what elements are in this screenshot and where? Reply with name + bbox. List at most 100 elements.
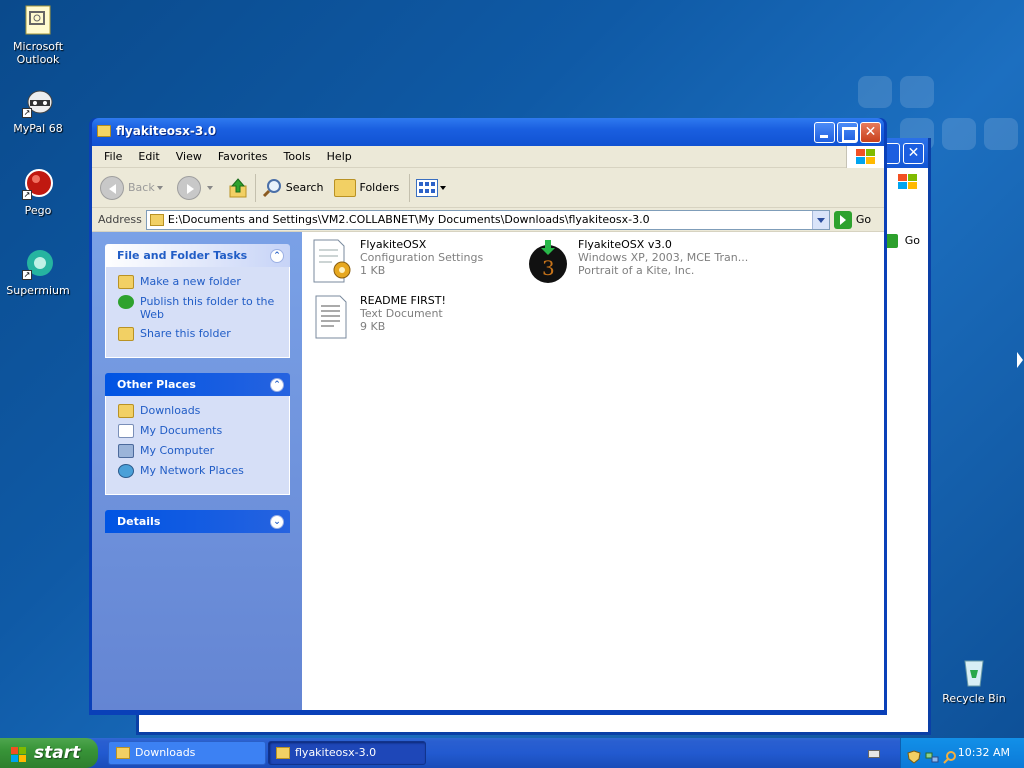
start-button[interactable]: start [0,738,98,768]
clock[interactable]: 10:32 AM [958,738,1010,768]
address-dropdown-button[interactable] [811,210,829,229]
collapse-chevron-icon[interactable]: ⌃ [270,249,284,263]
close-button[interactable]: ✕ [860,122,881,143]
network-tray-icon[interactable] [925,746,939,763]
back-arrow-icon [100,175,124,200]
desktop-icon-mypal[interactable]: ↗ MyPal 68 [0,86,76,135]
menu-view[interactable]: View [168,150,210,163]
task-pane: File and Folder Tasks ⌃ Make a new folde… [92,232,302,710]
raccoon-icon: ↗ [22,86,54,118]
details-header[interactable]: Details ⌄ [105,510,290,533]
explorer-content: File and Folder Tasks ⌃ Make a new folde… [92,232,884,710]
file-folder-tasks-body: Make a new folder Publish this folder to… [105,267,290,358]
place-my-computer[interactable]: My Computer [118,444,279,458]
file-name: README FIRST! [360,294,446,307]
background-window-statusbar [139,713,349,732]
search-tray-icon[interactable] [943,746,957,764]
file-item[interactable]: 3 FlyakiteOSX v3.0 Windows XP, 2003, MCE… [528,238,748,284]
window-titlebar[interactable]: flyakiteosx-3.0 ✕ [92,118,884,146]
go-button[interactable]: Go [833,210,871,229]
file-type: Configuration Settings [360,251,484,264]
chevron-down-icon[interactable] [206,186,213,193]
expand-chevron-icon[interactable]: ⌄ [270,515,284,529]
explorer-window[interactable]: flyakiteosx-3.0 ✕ File Edit View Favorit… [89,118,887,715]
search-label: Search [285,181,324,194]
place-my-network-places[interactable]: My Network Places [118,464,279,478]
shortcut-arrow-icon: ↗ [22,108,32,118]
folders-icon [333,178,356,197]
desktop-icon-pego[interactable]: ↗ Pego [0,168,76,217]
menu-help[interactable]: Help [319,150,360,163]
forward-button[interactable] [176,175,217,200]
folder-icon [97,125,111,137]
details-panel: Details ⌄ [105,510,290,533]
place-label: My Computer [140,444,215,457]
collapse-chevron-icon[interactable]: ⌃ [270,378,284,392]
other-places-header[interactable]: Other Places ⌃ [105,373,290,396]
task-share-folder[interactable]: Share this folder [118,327,279,341]
back-label: Back [128,181,155,194]
folder-icon [116,747,130,759]
folders-button[interactable]: Folders [333,178,400,197]
search-icon [262,178,282,198]
my-computer-icon [118,444,134,458]
recycle-bin-icon [958,656,990,688]
place-downloads[interactable]: Downloads [118,404,279,418]
menu-edit[interactable]: Edit [130,150,167,163]
go-button-label[interactable]: Go [905,234,920,247]
keyboard-language-icon[interactable] [868,750,880,758]
place-my-documents[interactable]: My Documents [118,424,279,438]
desktop-icon-label: Supermium [6,284,70,297]
desktop-icon-supermium[interactable]: ↗ Supermium [0,248,76,297]
chevron-down-icon[interactable] [156,186,163,193]
file-folder-tasks-header[interactable]: File and Folder Tasks ⌃ [105,244,290,267]
desktop-icon-label: Pego [24,204,52,217]
menu-tools[interactable]: Tools [276,150,319,163]
task-publish-to-web[interactable]: Publish this folder to the Web [118,295,279,321]
task-make-new-folder[interactable]: Make a new folder [118,275,279,289]
taskbar-button-flyakiteosx[interactable]: flyakiteosx-3.0 [268,741,426,765]
windows-flag-icon [10,744,28,762]
chevron-down-icon[interactable] [440,186,447,193]
task-label: Make a new folder [140,275,241,288]
up-folder-icon[interactable] [227,177,249,199]
file-size: 9 KB [360,320,386,333]
minimize-button[interactable] [814,122,835,143]
file-company: Portrait of a Kite, Inc. [578,264,695,277]
views-button[interactable] [416,178,450,197]
standard-toolbar: Back Search Folders [92,168,884,208]
taskbar-button-downloads[interactable]: Downloads [108,741,266,765]
file-item[interactable]: README FIRST! Text Document 9 KB [310,294,446,340]
close-button[interactable]: ✕ [903,143,924,164]
back-button[interactable]: Back [100,175,167,200]
my-documents-icon [118,424,134,438]
address-input[interactable]: E:\Documents and Settings\VM2.COLLABNET\… [145,209,830,230]
installer-icon: 3 [528,238,572,284]
menu-file[interactable]: File [96,150,130,163]
windows-logo-icon [846,146,884,168]
maximize-button[interactable] [837,122,858,143]
other-places-body: Downloads My Documents My Computer My Ne… [105,396,290,495]
place-label: My Network Places [140,464,244,477]
file-name: FlyakiteOSX [360,238,427,251]
menu-favorites[interactable]: Favorites [210,150,276,163]
taskbar-button-label: flyakiteosx-3.0 [295,746,377,759]
desktop-icon-recycle-bin[interactable]: Recycle Bin [936,656,1012,705]
file-item[interactable]: FlyakiteOSX Configuration Settings 1 KB [310,238,483,284]
desktop-icon-label: Microsoft Outlook [12,40,64,66]
file-name: FlyakiteOSX v3.0 [578,238,672,251]
pego-icon: ↗ [22,168,54,200]
text-document-icon [310,294,354,340]
file-list-view[interactable]: FlyakiteOSX Configuration Settings 1 KB … [302,232,884,710]
search-button[interactable]: Search [262,178,324,198]
toolbar-separator [254,173,256,202]
desktop-icon-label: MyPal 68 [13,122,63,135]
start-label: start [34,743,81,763]
security-shield-icon[interactable] [907,746,921,764]
folders-label: Folders [359,181,400,194]
file-size: 1 KB [360,264,386,277]
desktop-icon-outlook[interactable]: Microsoft Outlook [0,4,76,66]
forward-arrow-icon [176,175,201,200]
windows-logo-icon [896,172,920,192]
panel-title: File and Folder Tasks [117,249,248,262]
